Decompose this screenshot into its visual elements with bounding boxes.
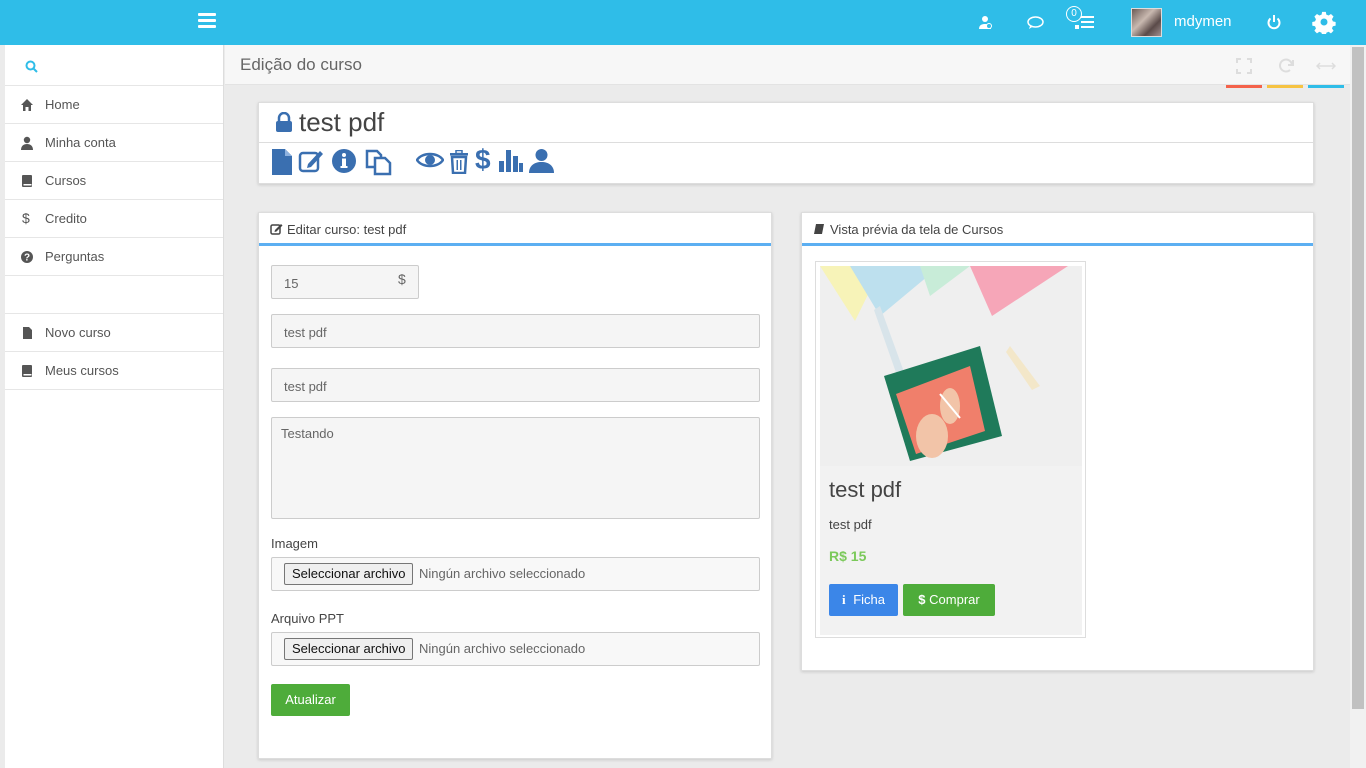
comprar-label: Comprar — [929, 592, 980, 607]
expand-icon — [1236, 58, 1252, 74]
gear-icon[interactable] — [1312, 10, 1336, 34]
user-icon — [21, 136, 33, 150]
sidebar-item-home[interactable]: Home — [5, 86, 223, 124]
sidebar-search[interactable] — [5, 45, 223, 86]
course-header-panel: test pdf — [258, 102, 1314, 184]
course-subtitle-input[interactable]: test pdf — [271, 368, 760, 402]
course-card-inner: test pdf test pdf R$ 15 i Ficha $ Compra… — [820, 266, 1082, 635]
home-icon — [21, 99, 33, 111]
course-image — [820, 266, 1082, 466]
edit-icon — [270, 224, 283, 235]
tool-color-bar — [1226, 85, 1262, 88]
preview-panel-title: Vista prévia da tela de Cursos — [830, 222, 1004, 237]
price-input[interactable]: 15 $ — [271, 265, 419, 299]
power-icon[interactable] — [1266, 14, 1282, 30]
edit-panel-heading: Editar curso: test pdf — [259, 213, 771, 246]
price-value: 15 — [284, 276, 299, 291]
ppt-file-status: Ningún archivo seleccionado — [419, 641, 586, 656]
question-icon: ? — [21, 251, 33, 264]
sidebar-item-minha-conta[interactable]: Minha conta — [5, 124, 223, 162]
sidebar-item-label: Perguntas — [45, 249, 105, 264]
sidebar-item-credito[interactable]: $ Credito — [5, 200, 223, 238]
chart-icon[interactable] — [498, 149, 524, 173]
sidebar-item-novo-curso[interactable]: Novo curso — [5, 314, 223, 352]
sidebar-item-perguntas[interactable]: ? Perguntas — [5, 238, 223, 276]
preview-panel-heading: Vista prévia da tela de Cursos — [802, 213, 1313, 246]
page-header: Edição do curso — [225, 45, 1350, 88]
avatar[interactable] — [1131, 8, 1162, 37]
search-icon[interactable] — [25, 60, 38, 73]
edit-course-panel: Editar curso: test pdf 15 $ test pdf tes… — [258, 212, 772, 759]
edit-panel-title: Editar curso: test pdf — [287, 222, 407, 237]
preview-panel: Vista prévia da tela de Cursos test pdf … — [801, 212, 1314, 671]
book-icon — [814, 224, 824, 234]
copy-icon[interactable] — [365, 148, 392, 176]
course-title: test pdf — [299, 107, 385, 137]
sidebar-item-label: Meus cursos — [45, 363, 119, 378]
course-card[interactable]: test pdf test pdf R$ 15 i Ficha $ Compra… — [815, 261, 1086, 638]
card-subtitle: test pdf — [829, 517, 872, 532]
width-toggle-button[interactable] — [1308, 57, 1344, 88]
users-icon[interactable] — [978, 15, 993, 30]
file-icon[interactable] — [271, 148, 293, 176]
info-icon[interactable] — [331, 148, 357, 174]
card-price: R$ 15 — [829, 548, 867, 564]
info-icon: i — [841, 592, 846, 607]
image-file-input[interactable]: Seleccionar archivo Ningún archivo selec… — [271, 557, 760, 591]
tool-color-bar — [1267, 85, 1303, 88]
refresh-button[interactable] — [1267, 57, 1303, 88]
sidebar-item-label: Minha conta — [45, 135, 116, 150]
dollar-icon: $ — [918, 592, 926, 607]
price-currency-symbol: $ — [398, 271, 406, 287]
page-title: Edição do curso — [240, 55, 362, 74]
scrollbar-thumb[interactable] — [1352, 47, 1364, 709]
image-label: Imagem — [271, 536, 318, 551]
tool-color-bar — [1308, 85, 1344, 88]
user-icon[interactable] — [528, 148, 555, 174]
course-description-value: Testando — [281, 426, 334, 441]
image-file-button[interactable]: Seleccionar archivo — [284, 563, 414, 585]
chat-icon[interactable] — [1027, 16, 1044, 30]
ppt-label: Arquivo PPT — [271, 611, 344, 626]
menu-icon[interactable] — [198, 13, 216, 29]
course-header-title-row: test pdf — [259, 103, 1313, 143]
fullscreen-button[interactable] — [1226, 57, 1262, 88]
svg-text:?: ? — [24, 253, 30, 264]
notification-badge: 0 — [1066, 6, 1082, 22]
sidebar: Home Minha conta Cursos $ Credito ? Perg… — [5, 45, 224, 768]
edit-icon[interactable] — [298, 148, 325, 174]
sidebar-item-cursos[interactable]: Cursos — [5, 162, 223, 200]
file-icon — [23, 327, 32, 339]
ficha-label: Ficha — [853, 592, 886, 607]
book-icon — [22, 175, 32, 187]
refresh-icon — [1279, 58, 1294, 73]
scrollbar[interactable] — [1350, 45, 1366, 768]
eye-icon[interactable] — [416, 150, 444, 170]
lock-icon — [276, 112, 292, 132]
course-subtitle-value: test pdf — [284, 379, 327, 394]
ficha-button[interactable]: i Ficha — [829, 584, 898, 616]
dollar-icon[interactable]: $ — [475, 144, 491, 176]
sidebar-item-label: Cursos — [45, 173, 87, 188]
ppt-file-input[interactable]: Seleccionar archivo Ningún archivo selec… — [271, 632, 760, 666]
comprar-button[interactable]: $ Comprar — [903, 584, 995, 616]
top-bar: 0 mdymen — [0, 0, 1366, 45]
course-description-textarea[interactable]: Testando — [271, 417, 760, 519]
sidebar-divider — [5, 276, 223, 314]
sidebar-item-label: Credito — [45, 211, 87, 226]
username[interactable]: mdymen — [1174, 13, 1232, 30]
image-file-status: Ningún archivo seleccionado — [419, 566, 586, 581]
sidebar-item-meus-cursos[interactable]: Meus cursos — [5, 352, 223, 390]
trash-icon[interactable] — [449, 150, 469, 174]
card-title: test pdf — [829, 477, 902, 502]
dollar-icon: $ — [22, 210, 30, 226]
sidebar-item-label: Novo curso — [45, 325, 111, 340]
update-button[interactable]: Atualizar — [271, 684, 350, 716]
course-name-input[interactable]: test pdf — [271, 314, 760, 348]
horizontal-arrows-icon — [1316, 62, 1336, 70]
ppt-file-button[interactable]: Seleccionar archivo — [284, 638, 414, 660]
sidebar-item-label: Home — [45, 97, 80, 112]
book-icon — [22, 365, 32, 377]
course-name-value: test pdf — [284, 325, 327, 340]
